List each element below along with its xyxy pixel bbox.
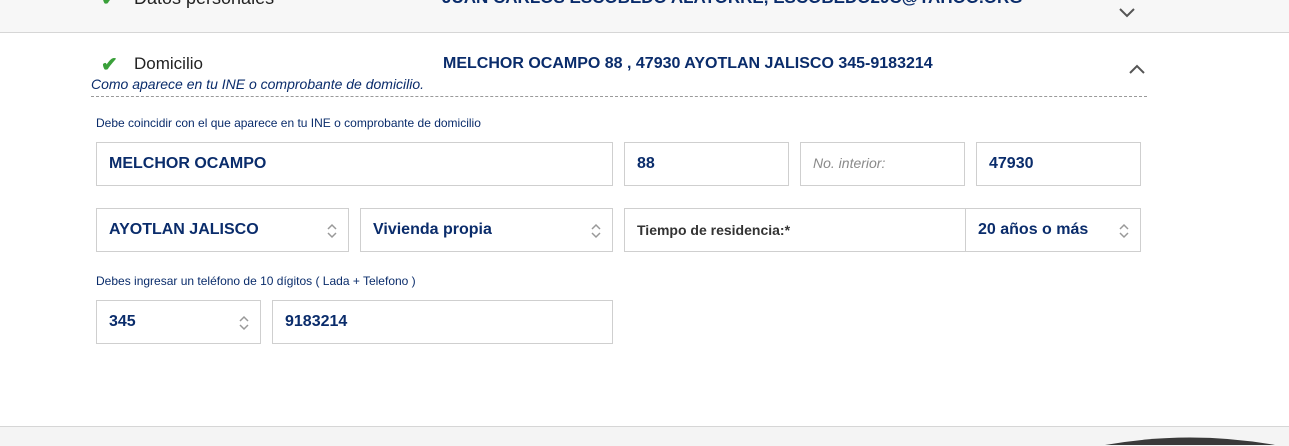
section-personal-summary: JUAN CARLOS ESCOBEDO ALATORRE, ESCOBEDO2…	[442, 0, 1023, 8]
check-icon: ✔	[101, 0, 118, 11]
section-divider	[91, 96, 1147, 97]
section-personal-header[interactable]: ✔ Datos personales JUAN CARLOS ESCOBEDO …	[0, 0, 1289, 33]
section-address-label: Domicilio	[134, 54, 203, 73]
ext-number-field[interactable]	[624, 142, 789, 186]
street-input[interactable]	[97, 143, 612, 185]
residence-time-label: Tiempo de residencia:*	[637, 222, 791, 238]
section-address-summary: MELCHOR OCAMPO 88 , 47930 AYOTLAN JALISC…	[443, 55, 933, 72]
chevron-up-icon[interactable]	[1128, 62, 1146, 76]
ext-number-input[interactable]	[625, 143, 788, 185]
city-select[interactable]: AYOTLAN JALISCO	[96, 208, 349, 252]
residence-time-select[interactable]: 20 años o más	[965, 208, 1141, 252]
phone-input[interactable]	[273, 301, 612, 343]
phone-field[interactable]	[272, 300, 613, 344]
chevron-down-icon[interactable]	[1118, 6, 1136, 20]
section-personal-label: Datos personales	[134, 0, 274, 9]
check-icon: ✔	[101, 54, 118, 76]
int-number-input[interactable]	[801, 143, 964, 185]
select-arrows-icon	[1119, 223, 1129, 239]
housing-select-value: Vivienda propia	[373, 221, 492, 238]
city-select-value: AYOTLAN JALISCO	[109, 221, 259, 238]
select-arrows-icon	[239, 315, 249, 331]
residence-time-value: 20 años o más	[978, 221, 1089, 238]
select-arrows-icon	[591, 223, 601, 239]
address-hint: Debe coincidir con el que aparece en tu …	[96, 116, 481, 130]
section-address-subtitle: Como aparece en tu INE o comprobante de …	[91, 76, 425, 92]
select-arrows-icon	[327, 223, 337, 239]
residence-time-label-box: Tiempo de residencia:*	[624, 208, 967, 252]
postal-code-input[interactable]	[977, 143, 1140, 185]
int-number-field[interactable]	[800, 142, 965, 186]
postal-code-field[interactable]	[976, 142, 1141, 186]
decorative-shape	[1105, 437, 1275, 445]
next-section-strip	[0, 426, 1289, 446]
lada-select-value: 345	[109, 313, 136, 330]
lada-select[interactable]: 345	[96, 300, 261, 344]
phone-hint: Debes ingresar un teléfono de 10 dígitos…	[96, 274, 416, 288]
street-field[interactable]	[96, 142, 613, 186]
housing-select[interactable]: Vivienda propia	[360, 208, 613, 252]
